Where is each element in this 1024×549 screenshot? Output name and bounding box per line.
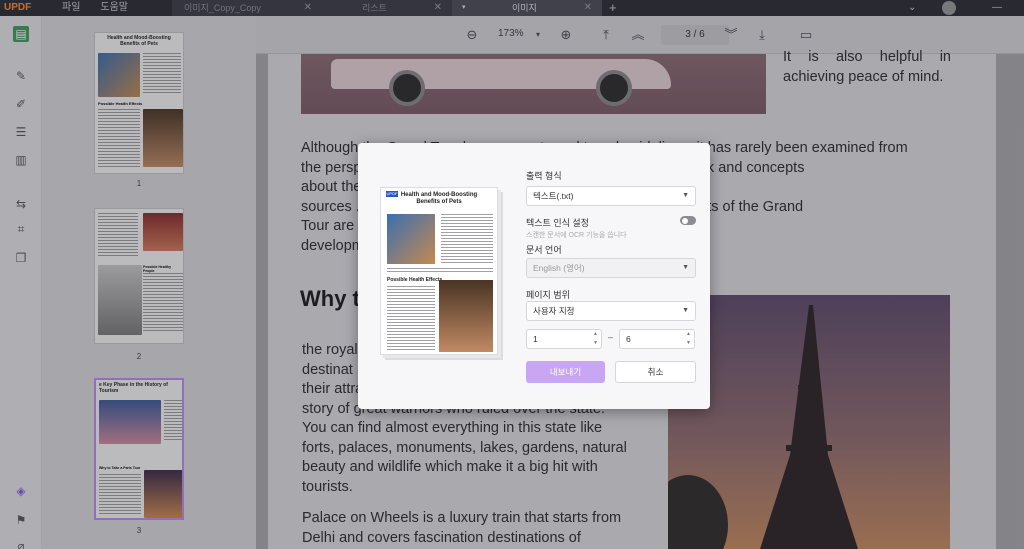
preview-logo: UPDF bbox=[386, 191, 398, 197]
ocr-toggle[interactable] bbox=[680, 216, 696, 225]
dog-image bbox=[439, 280, 493, 352]
doc-language-select[interactable]: English (영어) ▼ bbox=[526, 258, 696, 278]
caret-down-icon: ▼ bbox=[682, 264, 689, 271]
range-separator: – bbox=[608, 332, 614, 342]
app-window: UPDF 파일 도움말 이미지_Copy_Copy ✕ 리스트 ✕ ▾ 이미지 … bbox=[0, 0, 1024, 549]
stepper-icon[interactable]: ▲ ▼ bbox=[593, 330, 598, 348]
text-block bbox=[387, 286, 435, 350]
range-to-input[interactable]: 6 ▲ ▼ bbox=[619, 329, 695, 349]
select-value: 사용자 지정 bbox=[533, 306, 575, 316]
ocr-label: 텍스트 인식 설정 bbox=[526, 218, 589, 228]
ocr-description: 스캔한 문서에 OCR 기능을 씁니다 bbox=[526, 232, 627, 239]
caret-down-icon: ▼ bbox=[682, 192, 689, 199]
text-block bbox=[387, 268, 493, 274]
stepper-icon[interactable]: ▲ ▼ bbox=[686, 330, 691, 348]
output-format-select[interactable]: 텍스트(.txt) ▼ bbox=[526, 186, 696, 206]
range-from-input[interactable]: 1 ▲ ▼ bbox=[526, 329, 602, 349]
export-preview: UPDF Health and Mood-Boosting Benefits o… bbox=[380, 187, 498, 355]
input-value: 1 bbox=[533, 334, 538, 344]
cancel-button[interactable]: 취소 bbox=[615, 361, 696, 383]
caret-down-icon: ▼ bbox=[682, 307, 689, 314]
select-value: 텍스트(.txt) bbox=[533, 191, 574, 201]
output-format-label: 출력 형식 bbox=[526, 171, 562, 181]
text-block bbox=[441, 214, 493, 264]
export-button[interactable]: 내보내기 bbox=[526, 361, 605, 383]
export-dialog: UPDF Health and Mood-Boosting Benefits o… bbox=[358, 143, 710, 409]
preview-subtitle: Possible Health Effects bbox=[387, 277, 443, 283]
cat-image bbox=[387, 214, 435, 264]
select-value: English (영어) bbox=[533, 263, 585, 273]
page-range-select[interactable]: 사용자 지정 ▼ bbox=[526, 301, 696, 321]
preview-title: Health and Mood-Boosting Benefits of Pet… bbox=[400, 192, 478, 205]
page-range-label: 페이지 범위 bbox=[526, 290, 570, 300]
input-value: 6 bbox=[626, 334, 631, 344]
doc-language-label: 문서 언어 bbox=[526, 245, 562, 255]
